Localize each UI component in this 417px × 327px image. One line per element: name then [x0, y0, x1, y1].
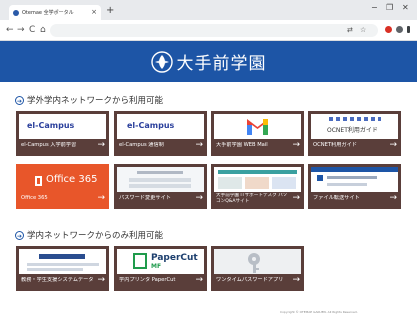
address-bar[interactable]: ⇄ ☆: [50, 24, 378, 37]
thumb-line: [27, 268, 83, 271]
elcampus-logo: el-Campus: [27, 121, 75, 130]
arrow-right-icon: →: [389, 193, 397, 203]
arrow-right-icon: →: [97, 140, 105, 150]
thumb-line: [27, 263, 99, 266]
tile-label: パスワード変更サイト: [119, 195, 171, 201]
office-logo-icon: [35, 176, 42, 186]
section-title-text: 学内ネットワークからのみ利用可能: [27, 231, 164, 241]
section-title-text: 学外学内ネットワークから利用可能: [27, 96, 164, 106]
arrow-right-icon: →: [292, 193, 300, 203]
arrow-right-icon: →: [195, 193, 203, 203]
tile-password-change[interactable]: パスワード変更サイト →: [114, 164, 207, 209]
arrow-right-icon: →: [97, 275, 105, 285]
thumb-field: [129, 178, 191, 182]
arrow-right-icon: →: [97, 193, 105, 203]
tile-webmail[interactable]: 大手前学園 WEB Mail →: [211, 111, 304, 156]
tile-label: 大手前学園 ITサポートデスク パソコンQ&Aサイト: [216, 193, 288, 204]
thumb-block: [272, 177, 296, 189]
thumb-line: [327, 183, 367, 186]
school-emblem-icon: [150, 50, 173, 73]
tile-papercut[interactable]: PaperCut MF 学内プリンタ PaperCut →: [114, 246, 207, 291]
thumb-field: [129, 184, 191, 188]
forward-button[interactable]: →: [17, 25, 25, 35]
tile-elcampus-correspondence[interactable]: el-Campus el-Campus 通信制 →: [114, 111, 207, 156]
thumb-line: [137, 171, 183, 174]
tile-thumbnail: PaperCut MF: [117, 249, 204, 274]
favicon-icon: [13, 9, 19, 16]
tab-close-icon[interactable]: ×: [91, 9, 97, 16]
browser-tab[interactable]: Otemae 全学ポータル ×: [9, 5, 101, 20]
thumb-block: [218, 177, 242, 189]
bookmark-star-icon[interactable]: ☆: [360, 25, 366, 36]
tile-thumbnail: [117, 167, 204, 192]
arrow-right-icon: →: [292, 140, 300, 150]
tile-thumbnail: [214, 114, 301, 139]
tile-thumbnail: [214, 249, 301, 274]
menu-icon[interactable]: [407, 26, 410, 33]
papercut-mf-text: MF: [151, 263, 162, 270]
tile-thumbnail: Office 365: [19, 167, 106, 192]
extension-icon[interactable]: [385, 26, 392, 33]
site-header: 大手前学園: [0, 41, 417, 82]
tile-label: ワンタイムパスワードアプリ: [216, 277, 284, 283]
extensions-puzzle-icon[interactable]: [396, 26, 403, 33]
tile-office365[interactable]: Office 365 Office 365 →: [16, 164, 109, 209]
thumb-block: [245, 177, 269, 189]
gmail-icon: [247, 119, 268, 135]
ocnet-decor: [329, 117, 381, 121]
browser-tab-bar: Otemae 全学ポータル × + − ❐ ✕: [0, 0, 417, 20]
ocnet-guide-text: OCNET利用ガイド: [327, 127, 378, 134]
thumb-line: [327, 176, 377, 179]
thumb-banner: [218, 170, 297, 174]
minimize-button[interactable]: −: [371, 3, 378, 13]
tile-thumbnail: el-Campus: [117, 114, 204, 139]
browser-toolbar: ← → C ⌂ ⇄ ☆: [0, 20, 417, 41]
tile-thumbnail: [214, 167, 301, 192]
papercut-logo-text: PaperCut: [151, 253, 198, 263]
elcampus-logo: el-Campus: [127, 121, 175, 130]
translate-icon[interactable]: ⇄: [347, 25, 353, 36]
papercut-logo-icon: [133, 253, 147, 269]
arrow-circle-icon: ➔: [15, 95, 24, 105]
tile-label: 教務・学生支援システムデータ: [21, 277, 93, 283]
thumb-logo: [317, 175, 323, 181]
new-tab-button[interactable]: +: [106, 6, 114, 16]
tile-file-transfer[interactable]: ファイル転送サイト →: [308, 164, 401, 209]
tile-label: 大手前学園 WEB Mail: [216, 142, 268, 148]
tile-student-system[interactable]: 教務・学生支援システムデータ →: [16, 246, 109, 291]
footer-copyright: Copyright © OTEMAE GAKUEN. All Rights Re…: [280, 310, 358, 314]
tab-title: Otemae 全学ポータル: [22, 10, 74, 16]
home-button[interactable]: ⌂: [40, 25, 46, 35]
universal-passport-logo: [39, 254, 85, 259]
tile-label: el-Campus 通信制: [119, 142, 164, 148]
tile-thumbnail: OCNET利用ガイド: [311, 114, 398, 139]
tile-it-support[interactable]: 大手前学園 ITサポートデスク パソコンQ&Aサイト →: [211, 164, 304, 209]
tile-label: el-Campus 入学前学習: [21, 142, 77, 148]
tile-thumbnail: [19, 249, 106, 274]
arrow-circle-icon: ➔: [15, 230, 24, 240]
maximize-button[interactable]: ❐: [386, 3, 393, 13]
tile-label: Office 365: [21, 195, 48, 201]
site-title: 大手前学園: [176, 54, 267, 74]
arrow-right-icon: →: [292, 275, 300, 285]
close-window-button[interactable]: ✕: [402, 3, 409, 13]
office365-logo: Office 365: [46, 174, 98, 185]
arrow-right-icon: →: [195, 140, 203, 150]
tile-label: OCNET利用ガイド: [313, 142, 357, 148]
tile-label: 学内プリンタ PaperCut: [119, 277, 176, 283]
tile-thumbnail: [311, 167, 398, 192]
tile-onetime-password[interactable]: ワンタイムパスワードアプリ →: [211, 246, 304, 291]
tile-thumbnail: el-Campus: [19, 114, 106, 139]
reload-button[interactable]: C: [29, 25, 35, 35]
back-button[interactable]: ←: [6, 25, 14, 35]
tile-elcampus-prelearning[interactable]: el-Campus el-Campus 入学前学習 →: [16, 111, 109, 156]
arrow-right-icon: →: [195, 275, 203, 285]
tile-ocnet-guide[interactable]: OCNET利用ガイド OCNET利用ガイド →: [308, 111, 401, 156]
section-title-external: ➔ 学外学内ネットワークから利用可能: [15, 94, 163, 106]
arrow-right-icon: →: [389, 140, 397, 150]
tile-label: ファイル転送サイト: [313, 195, 360, 201]
section-title-internal: ➔ 学内ネットワークからのみ利用可能: [15, 229, 163, 241]
key-icon: [248, 253, 260, 273]
thumb-banner: [311, 167, 398, 172]
